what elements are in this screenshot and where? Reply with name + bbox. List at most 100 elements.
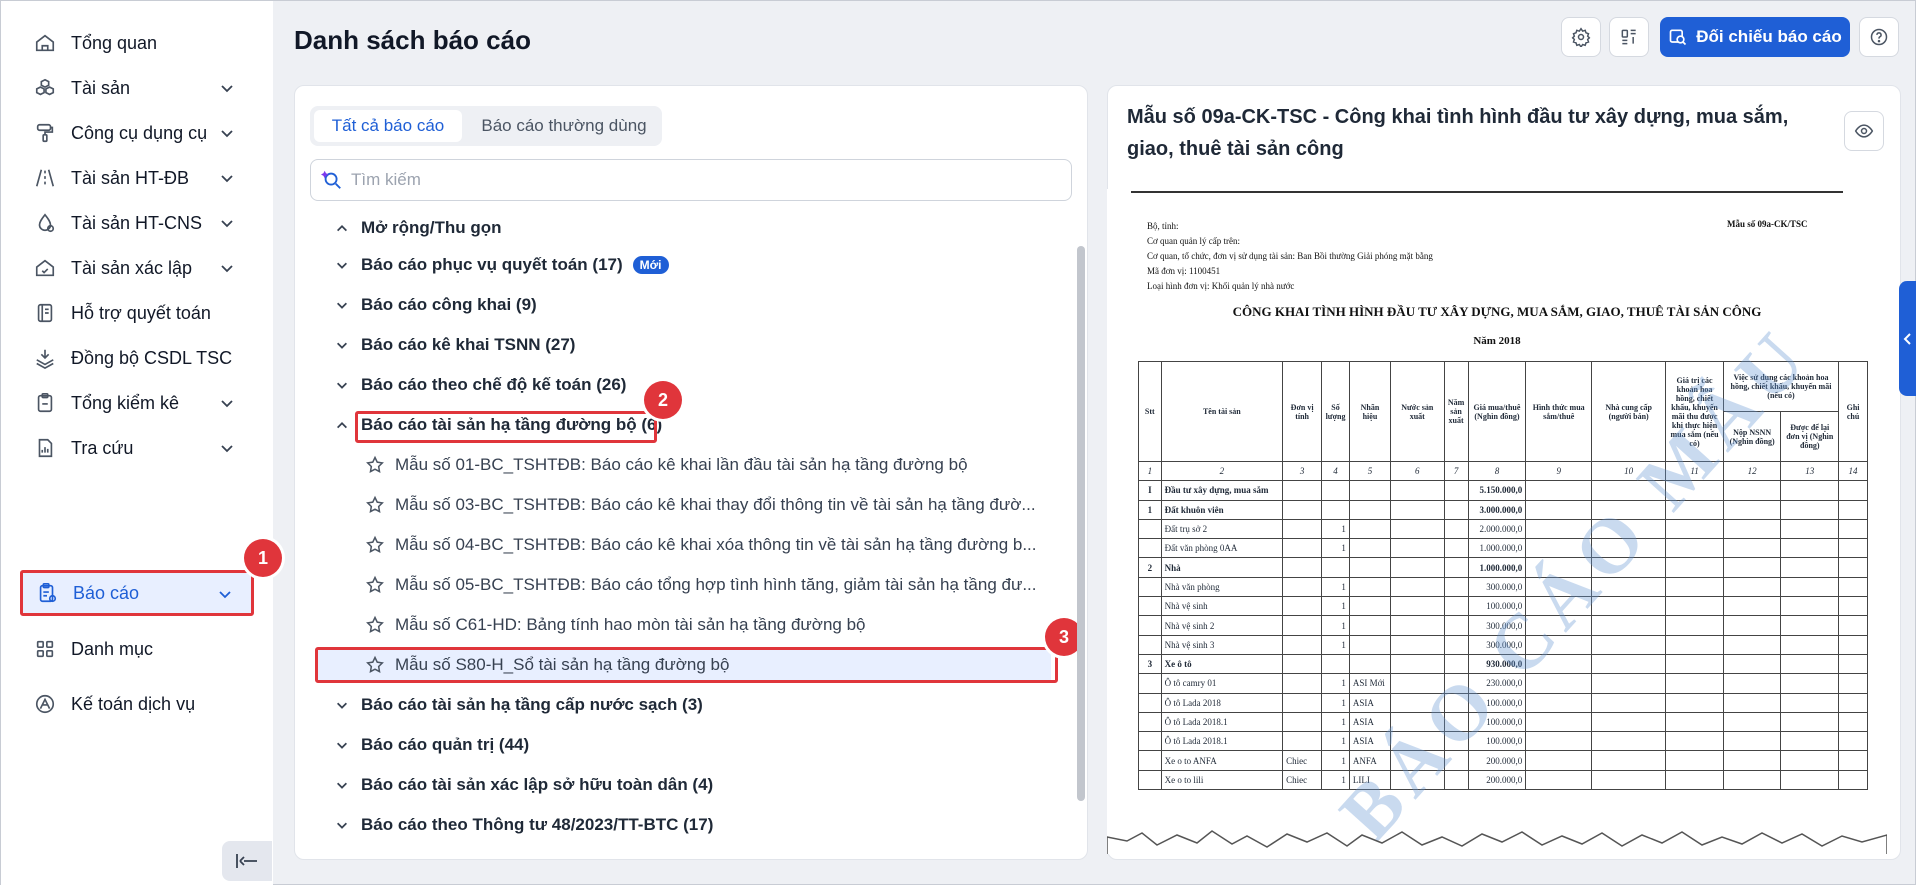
doc-bo-tinh: Bộ, tỉnh: (1147, 221, 1179, 231)
report-item-05[interactable]: Mẫu số 05-BC_TSHTĐB: Báo cáo tổng hợp tì… (365, 570, 1037, 600)
cell-empty (1665, 596, 1724, 617)
compare-report-button[interactable]: Đối chiếu báo cáo (1660, 17, 1850, 57)
sidebar-item-ke-toan-dich-vu[interactable]: Kế toán dịch vụ (21, 680, 253, 728)
cell-stt: I (1138, 480, 1162, 501)
cell-empty (1525, 480, 1593, 501)
sidebar-collapse-button[interactable] (222, 841, 272, 881)
service-icon (33, 692, 57, 716)
sidebar-item-ho-tro-quyet-toan[interactable]: Hỗ trợ quyết toán (21, 289, 253, 337)
group-thong-tu-48[interactable]: Báo cáo theo Thông tư 48/2023/TT-BTC (17… (335, 810, 713, 840)
scrollbar[interactable] (1077, 246, 1085, 801)
cell-name: Ô tô camry 01 (1160, 673, 1284, 694)
group-cap-nuoc-sach[interactable]: Báo cáo tài sản hạ tầng cấp nước sạch (3… (335, 690, 703, 720)
cell-empty (1665, 653, 1724, 675)
cell-stt (1138, 634, 1162, 655)
cell-empty (1780, 596, 1840, 617)
cell-empty (1591, 653, 1667, 675)
sidebar-item-tong-quan[interactable]: Tổng quan (21, 19, 253, 67)
report-item-01[interactable]: Mẫu số 01-BC_TSHTĐB: Báo cáo kê khai lần… (365, 450, 968, 480)
star-icon[interactable] (365, 495, 385, 515)
group-cong-khai[interactable]: Báo cáo công khai (9) (335, 290, 537, 320)
col-number: 13 (1780, 460, 1840, 482)
cell-empty (1443, 480, 1469, 501)
cell-empty (1390, 499, 1445, 520)
col-number: 5 (1348, 460, 1392, 482)
cell-empty (1780, 653, 1840, 675)
tab-all-reports[interactable]: Tất cả báo cáo (314, 110, 462, 142)
doc-loai-hinh: Loại hình đơn vị: Khối quản lý nhà nước (1147, 281, 1295, 291)
cell-name: Đất khuôn viên (1160, 499, 1284, 520)
table-row: Ô tô Lada 2018.1 1 ASIA 100.000,0 (1138, 731, 1868, 752)
tab-frequent-reports[interactable]: Báo cáo thường dùng (470, 110, 658, 142)
cell-empty (1525, 750, 1593, 771)
cell-empty (1838, 615, 1868, 636)
cell-name: Nhà vệ sinh (1160, 596, 1284, 617)
sidebar-item-tai-san-xac-lap[interactable]: Tài sản xác lập (21, 244, 253, 292)
chevron-down-icon (335, 298, 349, 312)
cell-empty (1722, 673, 1782, 694)
star-icon[interactable] (365, 615, 385, 635)
report-item-label: Mẫu số 05-BC_TSHTĐB: Báo cáo tổng hợp tì… (395, 575, 1037, 594)
side-drawer-toggle[interactable] (1899, 281, 1916, 396)
cell-empty (1780, 731, 1840, 752)
cell-empty (1838, 692, 1868, 713)
sidebar-item-tai-san[interactable]: Tài sản (21, 64, 253, 112)
book-icon (33, 301, 57, 325)
grid-icon (33, 637, 57, 661)
cell-stt (1138, 731, 1162, 752)
chevron-down-icon (221, 175, 233, 183)
star-icon[interactable] (365, 535, 385, 555)
table-row: 1 Đất khuôn viên 3.000.000,0 (1138, 499, 1868, 520)
cell-empty (1722, 499, 1782, 520)
cell-empty (1780, 634, 1840, 655)
report-item-c61[interactable]: Mẫu số C61-HD: Bảng tính hao mòn tài sản… (365, 610, 865, 640)
compare-report-label: Đối chiếu báo cáo (1696, 27, 1842, 46)
search-input[interactable] (351, 170, 1051, 190)
cell-empty (1665, 634, 1724, 655)
col-header: Năm sản xuất (1443, 361, 1469, 462)
report-tabs: Tất cả báo cáo Báo cáo thường dùng (310, 106, 662, 146)
chevron-down-icon (221, 220, 233, 228)
group-quan-tri[interactable]: Báo cáo quản trị (44) (335, 730, 529, 760)
star-icon[interactable] (365, 455, 385, 475)
report-item-03[interactable]: Mẫu số 03-BC_TSHTĐB: Báo cáo kê khai tha… (365, 490, 1036, 520)
chevron-down-icon (335, 378, 349, 392)
group-ke-khai-tsnn[interactable]: Báo cáo kê khai TSNN (27) (335, 330, 575, 360)
cell-empty (1838, 576, 1868, 598)
cell-stt (1138, 576, 1162, 598)
highlight-group-duong-bo (355, 411, 657, 443)
cell-empty (1591, 711, 1667, 733)
report-item-04[interactable]: Mẫu số 04-BC_TSHTĐB: Báo cáo kê khai xóa… (365, 530, 1037, 560)
sidebar-item-tai-san-ht-db[interactable]: Tài sản HT-ĐB (21, 154, 253, 202)
settings-button[interactable] (1561, 17, 1601, 57)
col-number: 8 (1467, 460, 1527, 482)
cell-empty (1780, 750, 1840, 771)
cell-empty (1722, 750, 1782, 771)
cell-empty (1838, 711, 1868, 733)
sidebar-item-danh-muc[interactable]: Danh mục (21, 625, 253, 673)
group-xac-lap-so-huu[interactable]: Báo cáo tài sản xác lập sở hữu toàn dân … (335, 770, 713, 800)
group-che-do-ke-toan[interactable]: Báo cáo theo chế độ kế toán (26) (335, 370, 626, 400)
table-row: Xe o to ANFA Chiec 1 ANFA 200.000,0 (1138, 750, 1868, 771)
preview-button[interactable] (1844, 111, 1884, 151)
group-quyet-toan[interactable]: Báo cáo phục vụ quyết toán (17) Mới (335, 250, 669, 280)
help-button[interactable] (1859, 17, 1899, 57)
sidebar-item-tai-san-ht-cns[interactable]: Tài sản HT-CNS (21, 199, 253, 247)
cell-empty (1722, 576, 1782, 598)
sidebar-item-cong-cu[interactable]: Công cụ dụng cụ (21, 109, 253, 157)
sidebar-item-dong-bo-csdl[interactable]: Đồng bộ CSDL TSC (21, 334, 253, 382)
star-icon[interactable] (365, 575, 385, 595)
sidebar-item-tra-cuu[interactable]: Tra cứu (21, 424, 253, 472)
layout-button[interactable] (1609, 17, 1649, 57)
cell-empty (1525, 769, 1593, 791)
expand-collapse-toggle[interactable]: Mở rộng/Thu gọn (335, 213, 502, 243)
sidebar-item-tong-kiem-ke[interactable]: Tổng kiểm kê (21, 379, 253, 427)
cell-brand: ASIA (1348, 692, 1392, 713)
cell-stt (1138, 750, 1162, 771)
cell-unit (1282, 557, 1323, 578)
cell-stt (1138, 615, 1162, 636)
sidebar-item-bao-cao[interactable]: Báo cáo (20, 570, 254, 616)
cell-price: 2.000.000,0 (1467, 518, 1527, 540)
cell-name: Ô tô Lada 2018.1 (1160, 711, 1284, 733)
cell-empty (1665, 576, 1724, 598)
